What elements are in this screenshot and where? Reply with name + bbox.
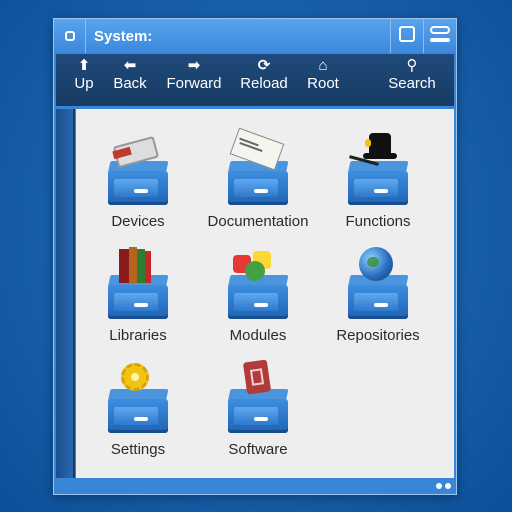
home-icon: ⌂ (318, 57, 328, 74)
item-devices[interactable]: Devices (78, 125, 198, 235)
forward-arrow-icon: ➡ (187, 57, 201, 74)
reload-icon: ⟳ (257, 57, 271, 74)
modules-drawer-icon (225, 247, 291, 319)
zoom-icon (430, 26, 450, 34)
item-functions[interactable]: Functions (318, 125, 438, 235)
up-button[interactable]: ⬆ Up (66, 54, 102, 106)
search-icon: ⚲ (406, 57, 418, 74)
window-title: System: (94, 28, 153, 45)
window-titlebar[interactable]: System: (54, 19, 456, 53)
root-button[interactable]: ⌂ Root (303, 54, 343, 106)
functions-drawer-icon (345, 133, 411, 205)
forward-button[interactable]: ➡ Forward (164, 54, 224, 106)
search-button[interactable]: ⚲ Search (386, 54, 438, 106)
close-button[interactable] (54, 19, 86, 53)
item-libraries[interactable]: Libraries (78, 239, 198, 349)
back-arrow-icon: ⬅ (123, 57, 137, 74)
status-bar (54, 479, 456, 494)
depth-button[interactable] (390, 19, 422, 53)
content-area: Devices Documentation Functions Librarie… (76, 109, 454, 478)
documentation-drawer-icon (225, 127, 291, 205)
resize-dot-icon[interactable] (445, 483, 451, 489)
devices-drawer-icon (105, 133, 171, 205)
reload-button[interactable]: ⟳ Reload (238, 54, 290, 106)
depth-icon (399, 26, 415, 42)
item-software[interactable]: Software (198, 353, 318, 463)
settings-drawer-icon (105, 361, 171, 433)
resize-dot-icon (436, 483, 442, 489)
back-button[interactable]: ⬅ Back (110, 54, 150, 106)
repositories-drawer-icon (345, 247, 411, 319)
close-icon (65, 31, 75, 41)
up-arrow-icon: ⬆ (77, 57, 91, 74)
item-repositories[interactable]: Repositories (318, 239, 438, 349)
file-manager-window: System: ⬆ Up ⬅ Back ➡ Forward ⟳ Reload ⌂… (53, 18, 457, 495)
libraries-drawer-icon (105, 247, 171, 319)
item-modules[interactable]: Modules (198, 239, 318, 349)
software-drawer-icon (225, 359, 291, 433)
item-documentation[interactable]: Documentation (198, 125, 318, 235)
item-settings[interactable]: Settings (78, 353, 198, 463)
navigation-toolbar: ⬆ Up ⬅ Back ➡ Forward ⟳ Reload ⌂ Root ⚲ … (56, 54, 454, 106)
side-panel[interactable] (56, 109, 75, 478)
zoom-button[interactable] (423, 19, 455, 53)
